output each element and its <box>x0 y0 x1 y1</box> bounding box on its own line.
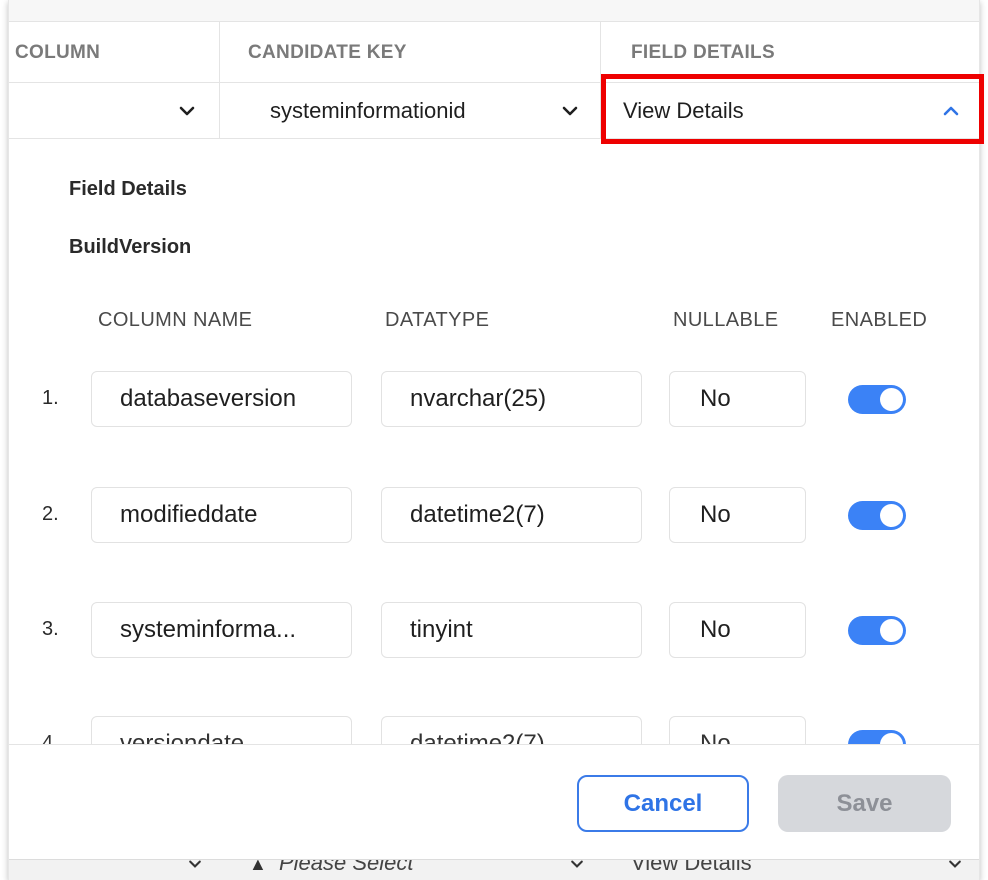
candidate-key-placeholder: Please Select <box>279 859 414 875</box>
toggle-knob <box>880 619 903 642</box>
field-row: 3. systeminforma... tinyint No <box>9 602 979 660</box>
panel-title: Field Details <box>69 178 187 200</box>
save-button[interactable]: Save <box>778 775 951 832</box>
nullable-field[interactable]: No <box>669 602 806 658</box>
field-details-value: View Details <box>623 98 744 123</box>
mapping-row: systeminformationid View Details <box>9 82 979 139</box>
row-number: 3. <box>42 618 59 640</box>
column-select[interactable] <box>9 83 220 139</box>
background-field-details-value: View Details <box>631 859 752 875</box>
chevron-down-icon <box>560 101 580 121</box>
chevron-down-icon <box>947 860 963 872</box>
header-column: COLUMN <box>9 22 220 82</box>
toggle-knob <box>880 504 903 527</box>
field-row: 1. databaseversion nvarchar(25) No <box>9 371 979 429</box>
datatype-field[interactable]: nvarchar(25) <box>381 371 642 427</box>
col-header-datatype: DATATYPE <box>385 309 490 331</box>
column-name-field[interactable]: systeminforma... <box>91 602 352 658</box>
nullable-field[interactable]: No <box>669 371 806 427</box>
cancel-button[interactable]: Cancel <box>577 775 749 832</box>
field-row: 2. modifieddate datetime2(7) No <box>9 487 979 545</box>
col-header-enabled: ENABLED <box>831 309 928 331</box>
header-candidate-key: CANDIDATE KEY <box>220 22 601 82</box>
modal-footer: Cancel Save <box>9 744 979 859</box>
chevron-down-icon <box>177 101 197 121</box>
nullable-field[interactable]: No <box>669 487 806 543</box>
chevron-up-icon <box>941 101 961 121</box>
candidate-key-select[interactable]: systeminformationid <box>220 83 601 139</box>
chevron-down-icon <box>187 860 203 872</box>
warning-icon: ▲ <box>249 859 267 874</box>
table-name: BuildVersion <box>69 236 192 258</box>
enabled-toggle[interactable] <box>848 385 906 414</box>
background-mapping-row: ▲ Please Select View Details <box>9 859 979 880</box>
col-header-nullable: NULLABLE <box>673 309 779 331</box>
datatype-field[interactable]: tinyint <box>381 602 642 658</box>
column-name-field[interactable]: databaseversion <box>91 371 352 427</box>
enabled-toggle[interactable] <box>848 616 906 645</box>
header-field-details: FIELD DETAILS <box>631 42 775 63</box>
col-header-name: COLUMN NAME <box>98 309 253 331</box>
toggle-knob <box>880 388 903 411</box>
mapping-modal: COLUMN CANDIDATE KEY FIELD DETAILS syste… <box>8 0 980 880</box>
candidate-key-value: systeminformationid <box>270 98 466 123</box>
enabled-toggle[interactable] <box>848 501 906 530</box>
column-name-field[interactable]: modifieddate <box>91 487 352 543</box>
row-number: 2. <box>42 503 59 525</box>
field-details-toggle[interactable]: View Details <box>601 83 979 139</box>
top-strip <box>9 0 979 22</box>
row-number: 1. <box>42 387 59 409</box>
datatype-field[interactable]: datetime2(7) <box>381 487 642 543</box>
chevron-down-icon <box>569 860 585 872</box>
